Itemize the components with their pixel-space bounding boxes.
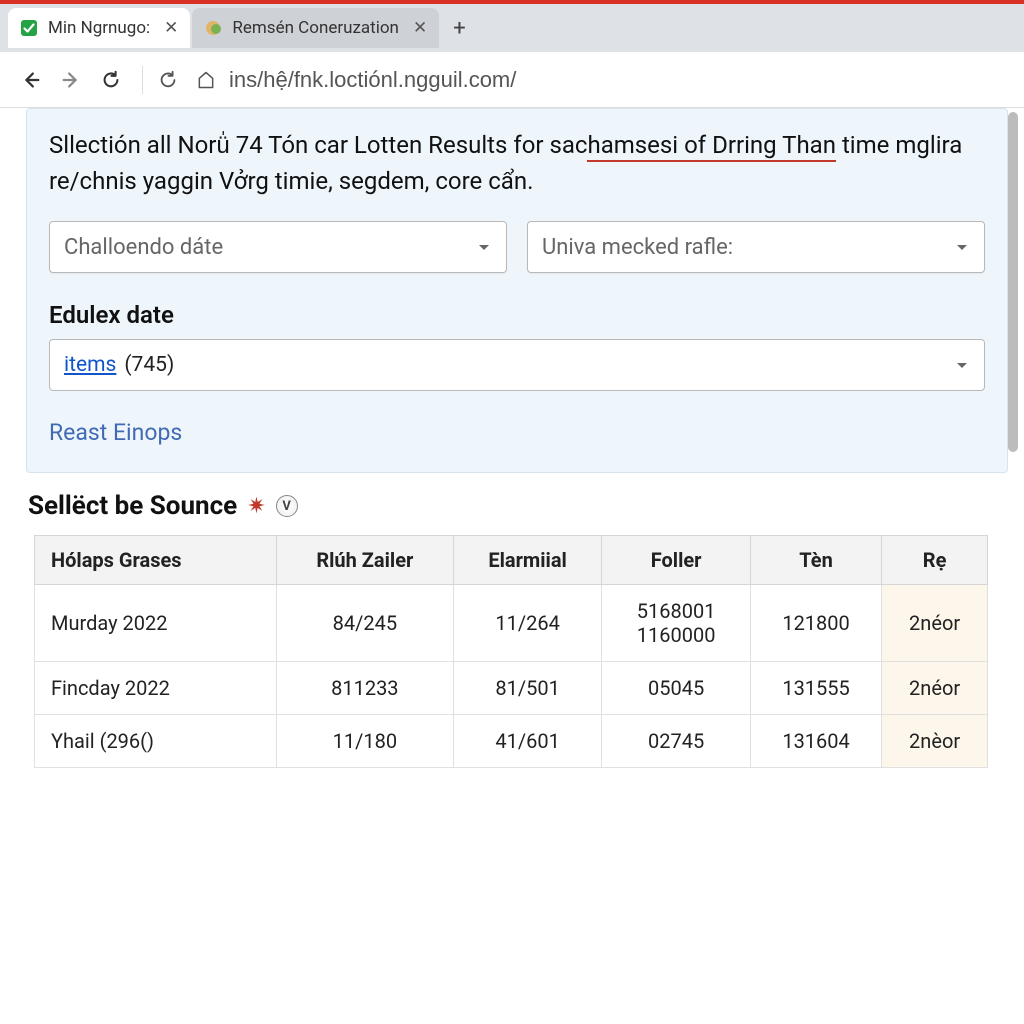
browser-tabs-bar: Min Ngrnugo: ✕ Remsén Coneruzation ✕ + xyxy=(0,4,1024,52)
date-select[interactable]: Challoendo dáte xyxy=(49,221,507,273)
favicon-circle-icon xyxy=(204,19,222,37)
filter-panel: Sllectión all Norü̍ 74 Tón car Lotten Re… xyxy=(26,108,1008,473)
page-content: Sllectión all Norü̍ 74 Tón car Lotten Re… xyxy=(0,108,1024,1024)
cell: 41/601 xyxy=(453,715,601,768)
tab-title: Min Ngrnugo: xyxy=(48,18,150,38)
items-link[interactable]: items xyxy=(64,353,116,377)
cell: Fincday 2022 xyxy=(35,662,277,715)
v-badge[interactable]: V xyxy=(276,495,298,517)
scrollbar[interactable] xyxy=(1008,108,1022,508)
cell: 84/245 xyxy=(276,585,453,662)
results-table: Hólaps Grases Rlúh Zailer Elarmiial Foll… xyxy=(34,535,988,768)
cell: 11/264 xyxy=(453,585,601,662)
reload-alt-button[interactable] xyxy=(151,63,185,97)
chevron-down-icon xyxy=(954,239,970,255)
scrollbar-thumb[interactable] xyxy=(1008,112,1018,452)
cell: 811233 xyxy=(276,662,453,715)
cell: 11/180 xyxy=(276,715,453,768)
browser-tab-inactive[interactable]: Remsén Coneruzation ✕ xyxy=(192,8,439,48)
chevron-down-icon xyxy=(954,357,970,373)
col-header[interactable]: Foller xyxy=(602,536,751,585)
address-bar xyxy=(0,52,1024,108)
col-header[interactable]: Hólaps Grases xyxy=(35,536,277,585)
back-button[interactable] xyxy=(14,63,48,97)
cell-status: 2nèor xyxy=(882,715,988,768)
puzzle-icon: ✷ xyxy=(247,494,265,519)
select-placeholder: Challoendo dáte xyxy=(64,235,223,260)
cell: 121800 xyxy=(750,585,881,662)
cell: 05045 xyxy=(602,662,751,715)
cell: 5168001 1160000 xyxy=(602,585,751,662)
reload-button[interactable] xyxy=(94,63,128,97)
col-header[interactable]: Tèn xyxy=(750,536,881,585)
table-row: Murday 2022 84/245 11/264 5168001 116000… xyxy=(35,585,988,662)
forward-button[interactable] xyxy=(54,63,88,97)
site-info-icon[interactable] xyxy=(191,65,221,95)
col-header[interactable]: Elarmiial xyxy=(453,536,601,585)
select-placeholder: Univa mecked rafle: xyxy=(542,235,733,260)
reset-link[interactable]: Reast Einops xyxy=(49,419,182,446)
table-row: Yhail (296() 11/180 41/601 02745 131604 … xyxy=(35,715,988,768)
favicon-check-icon xyxy=(20,19,38,37)
url-input[interactable] xyxy=(221,67,1010,93)
new-tab-button[interactable]: + xyxy=(453,16,465,41)
tab-title: Remsén Coneruzation xyxy=(232,18,399,38)
col-header[interactable]: Rlúh Zailer xyxy=(276,536,453,585)
items-count: (745) xyxy=(124,353,174,377)
field-label: Edulex date xyxy=(49,301,985,329)
cell-status: 2néor xyxy=(882,585,988,662)
desc-pre: Sllectión all Norü̍ 74 Tón car Lotten Re… xyxy=(49,131,587,159)
raffle-select[interactable]: Univa mecked rafle: xyxy=(527,221,985,273)
section-title: Sellëct be Sounce xyxy=(28,491,237,521)
chevron-down-icon xyxy=(476,239,492,255)
close-icon[interactable]: ✕ xyxy=(413,18,427,38)
panel-description: Sllectión all Norü̍ 74 Tón car Lotten Re… xyxy=(49,127,985,199)
items-wrap: items (745) xyxy=(64,353,174,377)
section-header: Sellëct be Sounce ✷ V xyxy=(28,491,996,521)
cell: 81/501 xyxy=(453,662,601,715)
cell: Yhail (296() xyxy=(35,715,277,768)
table-header-row: Hólaps Grases Rlúh Zailer Elarmiial Foll… xyxy=(35,536,988,585)
cell: 131604 xyxy=(750,715,881,768)
table-row: Fincday 2022 811233 81/501 05045 131555 … xyxy=(35,662,988,715)
close-icon[interactable]: ✕ xyxy=(164,18,178,38)
desc-link[interactable]: hamsesi of Drring Than xyxy=(587,131,836,162)
divider xyxy=(142,66,143,94)
items-select[interactable]: items (745) xyxy=(49,339,985,391)
cell-status: 2néor xyxy=(882,662,988,715)
browser-tab-active[interactable]: Min Ngrnugo: ✕ xyxy=(8,8,190,48)
cell: Murday 2022 xyxy=(35,585,277,662)
cell: 131555 xyxy=(750,662,881,715)
col-header[interactable]: Rẹ xyxy=(882,536,988,585)
selects-row: Challoendo dáte Univa mecked rafle: xyxy=(49,221,985,273)
cell: 02745 xyxy=(602,715,751,768)
